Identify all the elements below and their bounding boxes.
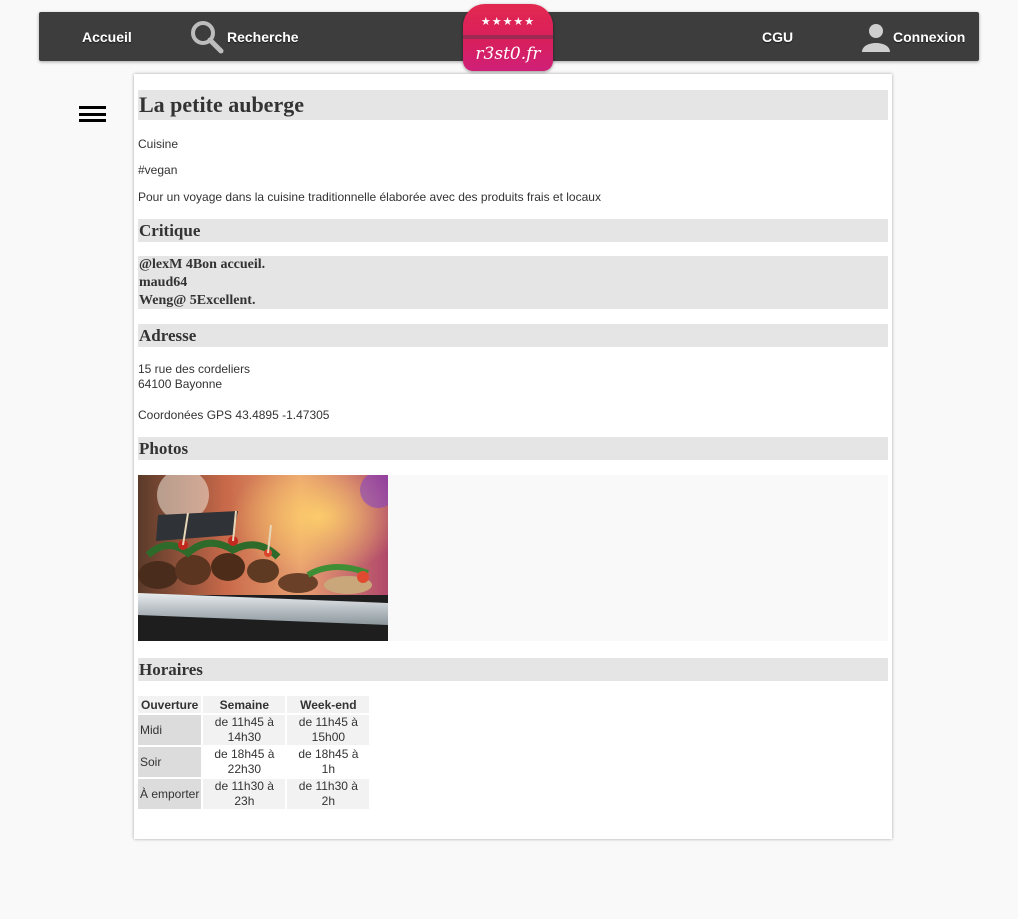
- nav-cgu-link[interactable]: CGU: [762, 12, 793, 61]
- hours-row-label: Midi: [138, 715, 202, 745]
- nav-accueil-label: Accueil: [82, 28, 132, 45]
- restaurant-card: La petite auberge Cuisine #vegan Pour un…: [134, 74, 892, 839]
- hours-cell: de 11h45 à 15h00: [287, 715, 370, 745]
- review-item: @lexM 4Bon accueil.: [139, 257, 266, 272]
- nav-recherche-link[interactable]: Recherche: [189, 12, 299, 61]
- reviews-block: @lexM 4Bon accueil. maud64 Weng@ 5Excell…: [138, 256, 888, 309]
- hamburger-bar: [79, 112, 106, 116]
- nav-recherche-label: Recherche: [227, 28, 299, 45]
- address-block: 15 rue des cordeliers 64100 Bayonne: [138, 362, 888, 392]
- hours-row-label: À emporter: [138, 779, 202, 809]
- hours-table: Ouverture Semaine Week-end Midi de 11h45…: [136, 694, 371, 811]
- restaurant-description: Pour un voyage dans la cuisine tradition…: [138, 190, 601, 204]
- address-city: 64100 Bayonne: [138, 377, 223, 391]
- section-horaires-heading: Horaires: [138, 658, 888, 681]
- photo-gallery: [138, 475, 888, 641]
- hamburger-icon[interactable]: [79, 106, 106, 122]
- hours-col-weekend: Week-end: [287, 696, 370, 713]
- hours-cell: de 11h45 à 14h30: [203, 715, 286, 745]
- nav-connexion-link[interactable]: Connexion: [861, 12, 965, 61]
- restaurant-name: La petite auberge: [138, 90, 888, 120]
- hours-header-row: Ouverture Semaine Week-end: [138, 696, 370, 713]
- hours-row-label: Soir: [138, 747, 202, 777]
- restaurant-category: Cuisine: [138, 137, 179, 151]
- logo-stars: ★★★★★: [480, 15, 536, 28]
- section-critique-heading: Critique: [138, 219, 888, 242]
- site-logo[interactable]: ★★★★★ r3st0.fr: [463, 4, 553, 71]
- nav-connexion-label: Connexion: [893, 28, 966, 45]
- hours-cell: de 11h30 à 23h: [203, 779, 286, 809]
- hamburger-bar: [79, 106, 106, 109]
- section-photos-heading: Photos: [138, 437, 888, 460]
- restaurant-tag: #vegan: [138, 163, 178, 177]
- nav-cgu-label: CGU: [762, 28, 794, 45]
- address-street: 15 rue des cordeliers: [138, 362, 251, 376]
- gps-coordinates: Coordonées GPS 43.4895 -1.47305: [138, 408, 330, 422]
- hours-cell: de 11h30 à 2h: [287, 779, 370, 809]
- hours-cell: de 18h45 à 22h30: [214, 747, 275, 776]
- top-navbar: Accueil Recherche ★★★★★ r3st0.fr CGU Con…: [39, 4, 979, 71]
- restaurant-content: La petite auberge Cuisine #vegan Pour un…: [138, 90, 888, 811]
- hours-row-emporter: À emporter de 11h30 à 23h de 11h30 à 2h: [138, 779, 370, 809]
- restaurant-photo[interactable]: [138, 475, 388, 641]
- user-icon: [862, 23, 890, 52]
- search-icon: [191, 20, 224, 53]
- logo-text: r3st0.fr: [475, 44, 541, 64]
- review-item: maud64: [139, 275, 188, 290]
- section-adresse-heading: Adresse: [138, 324, 888, 347]
- logo-band: [463, 35, 553, 39]
- hours-row-midi: Midi de 11h45 à 14h30 de 11h45 à 15h00: [138, 715, 370, 745]
- hours-cell: de 18h45 à 1h: [298, 747, 359, 776]
- hours-row-soir: Soir de 18h45 à 22h30 de 18h45 à 1h: [138, 747, 369, 777]
- review-item: Weng@ 5Excellent.: [139, 293, 256, 308]
- nav-accueil-link[interactable]: Accueil: [82, 12, 132, 61]
- hours-col-semaine: Semaine: [203, 696, 286, 713]
- hours-col-ouverture: Ouverture: [138, 696, 202, 713]
- hamburger-bar: [79, 119, 106, 122]
